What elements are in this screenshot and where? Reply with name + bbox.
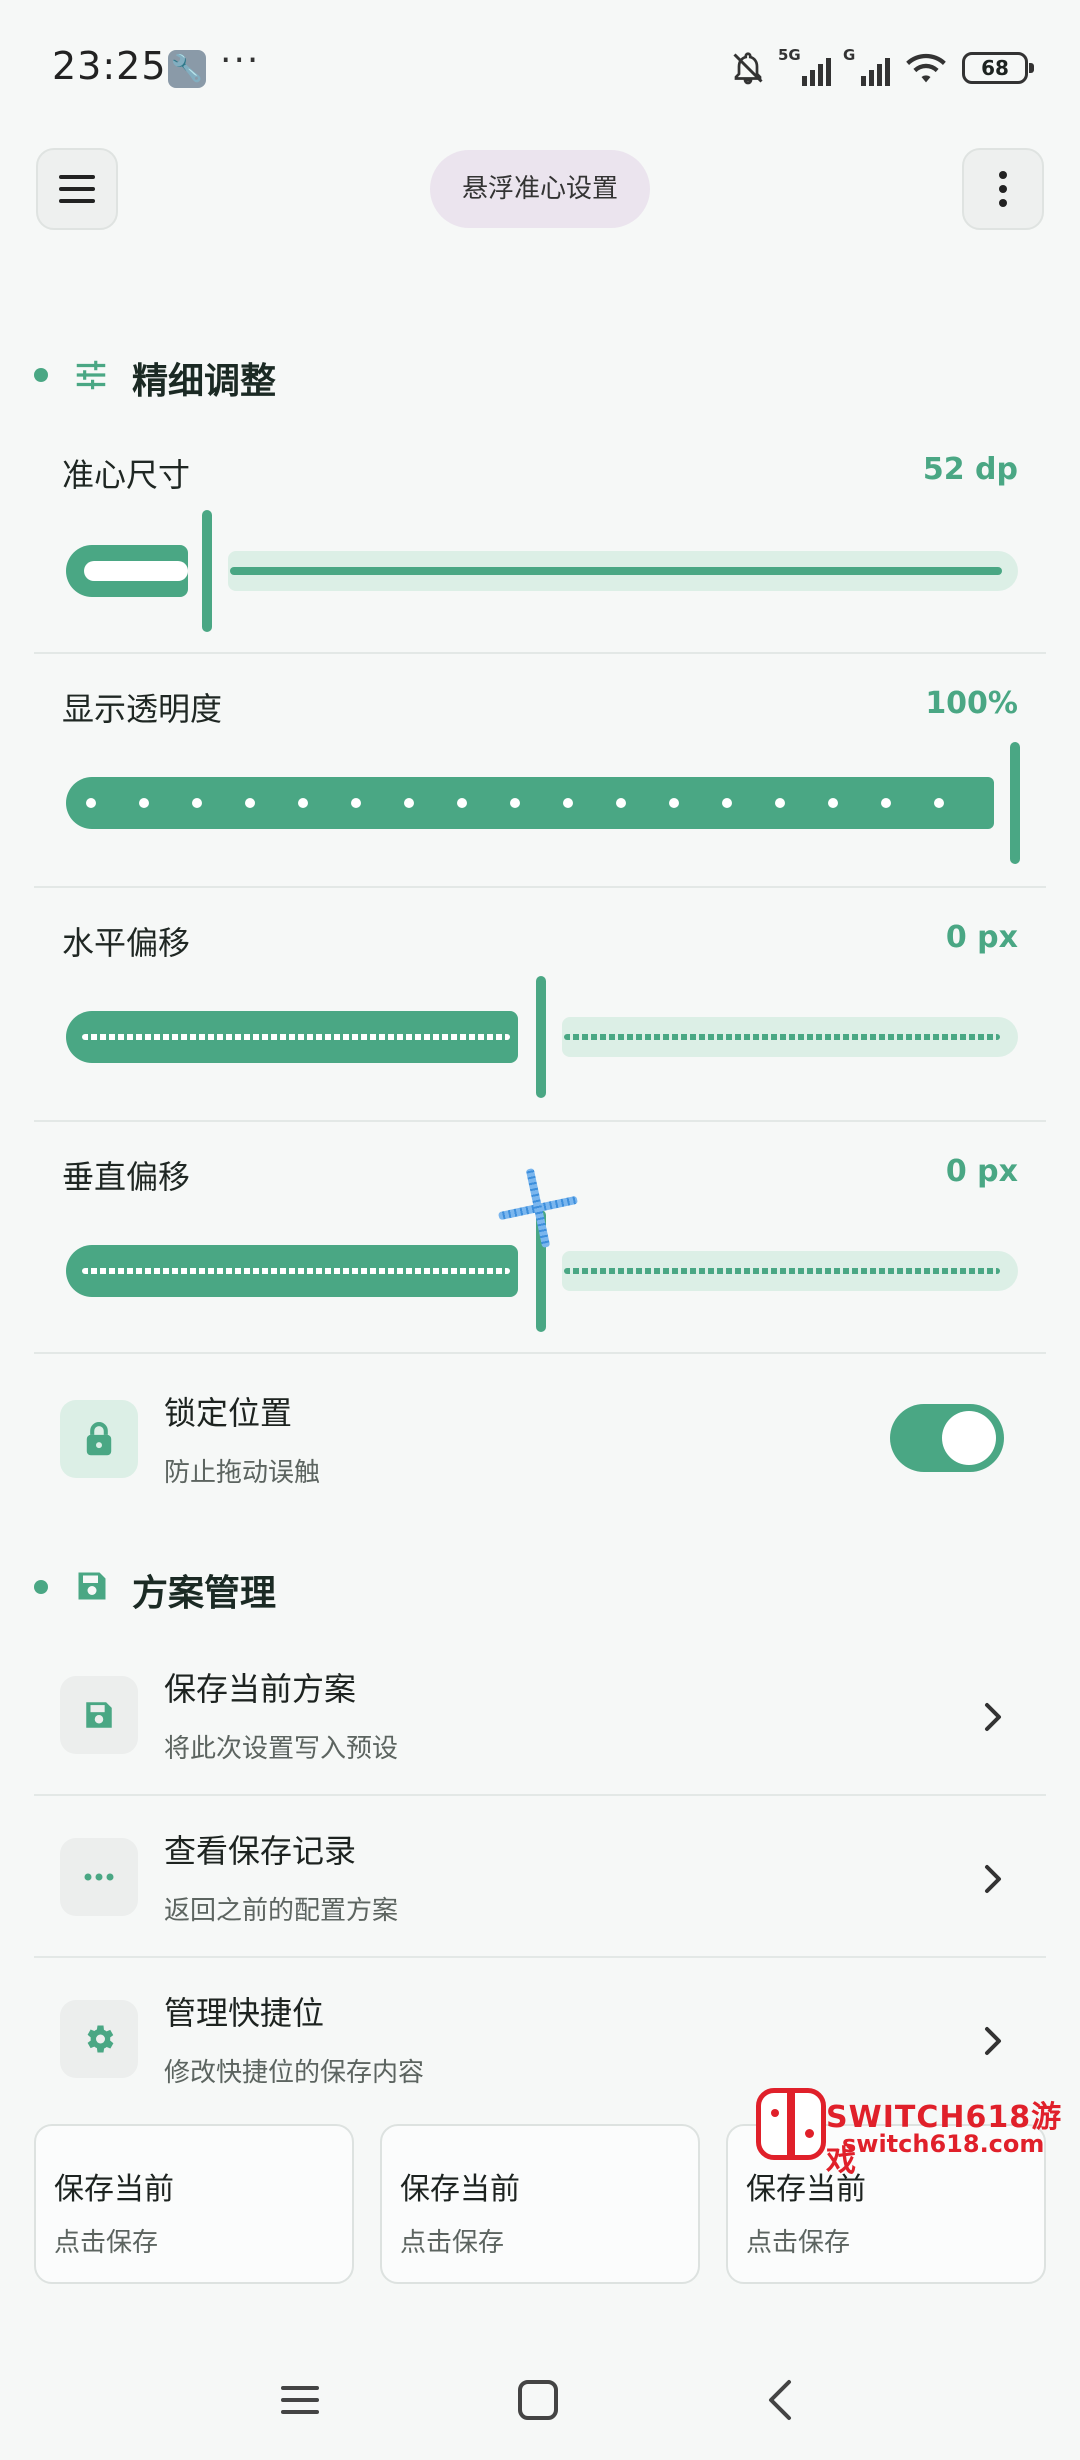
save-current-plan-subtitle: 将此次设置写入预设 bbox=[164, 1734, 399, 1764]
signal-g-icon: G bbox=[843, 46, 890, 86]
menu-button[interactable] bbox=[36, 148, 118, 230]
slider-tick bbox=[510, 798, 520, 808]
back-arrow-icon bbox=[769, 2380, 791, 2420]
slider-thumb[interactable] bbox=[536, 976, 546, 1098]
slider-tick bbox=[616, 798, 626, 808]
save-current-plan-row[interactable]: 保存当前方案 将此次设置写入预设 bbox=[34, 1640, 1046, 1794]
horizontal-offset-value: 0 px bbox=[945, 920, 1018, 955]
nav-home-button[interactable] bbox=[508, 2370, 568, 2430]
opacity-value: 100% bbox=[925, 686, 1018, 721]
battery-indicator: 68 bbox=[962, 52, 1034, 84]
slider-tick bbox=[828, 798, 838, 808]
slider-tick bbox=[245, 798, 255, 808]
menu-icon bbox=[59, 175, 95, 203]
manage-shortcuts-subtitle: 修改快捷位的保存内容 bbox=[164, 2058, 425, 2088]
vertical-offset-value: 0 px bbox=[945, 1154, 1018, 1189]
signal-5g-icon: 5G bbox=[778, 46, 831, 86]
watermark-url: switch618.com bbox=[842, 2130, 1045, 2158]
save-icon bbox=[78, 1572, 106, 1600]
slider-thumb[interactable] bbox=[202, 510, 212, 632]
opacity-slider[interactable] bbox=[62, 742, 1020, 864]
slot-subtitle: 点击保存 bbox=[400, 2228, 505, 2258]
square-icon bbox=[518, 2380, 558, 2420]
horizontal-offset-slider[interactable] bbox=[62, 976, 1020, 1098]
slot-subtitle: 点击保存 bbox=[746, 2228, 851, 2258]
notification-dots: ··· bbox=[220, 40, 261, 81]
lock-icon bbox=[86, 1422, 112, 1456]
section-dot bbox=[34, 368, 48, 382]
divider bbox=[34, 1956, 1046, 1958]
wrench-icon: 🔧 bbox=[168, 50, 206, 88]
nav-back-button[interactable] bbox=[750, 2370, 810, 2430]
divider bbox=[34, 1120, 1046, 1122]
slider-tick bbox=[351, 798, 361, 808]
slider-tick bbox=[722, 798, 732, 808]
section-dot bbox=[34, 1580, 48, 1594]
view-history-row[interactable]: 查看保存记录 返回之前的配置方案 bbox=[34, 1802, 1046, 1956]
gear-icon bbox=[87, 2025, 114, 2053]
slider-tick bbox=[298, 798, 308, 808]
nav-recents-button[interactable] bbox=[270, 2370, 330, 2430]
divider bbox=[34, 1794, 1046, 1796]
divider bbox=[34, 886, 1046, 888]
toggle-knob bbox=[942, 1411, 996, 1465]
slot-subtitle: 点击保存 bbox=[54, 2228, 159, 2258]
horizontal-offset-label: 水平偏移 bbox=[62, 924, 191, 962]
slider-tick bbox=[457, 798, 467, 808]
slider-tick bbox=[775, 798, 785, 808]
slider-tick bbox=[934, 798, 944, 808]
more-horiz-icon bbox=[84, 1873, 114, 1881]
chevron-right-icon bbox=[985, 1703, 1001, 1731]
slider-tick bbox=[192, 798, 202, 808]
menu-lines-icon bbox=[281, 2386, 319, 2414]
slider-tick bbox=[139, 798, 149, 808]
section-title-plans: 方案管理 bbox=[132, 1573, 277, 1614]
status-icons: 5G G 68 bbox=[730, 46, 1034, 90]
slider-tick bbox=[86, 798, 96, 808]
wifi-icon bbox=[906, 53, 946, 83]
manage-shortcuts-title: 管理快捷位 bbox=[164, 1994, 325, 2032]
more-vert-icon bbox=[999, 171, 1007, 207]
view-history-subtitle: 返回之前的配置方案 bbox=[164, 1896, 399, 1926]
divider bbox=[34, 1352, 1046, 1354]
chevron-right-icon bbox=[985, 2027, 1001, 2055]
slot-title: 保存当前 bbox=[54, 2172, 174, 2207]
slider-tick bbox=[563, 798, 573, 808]
bell-off-icon bbox=[733, 52, 763, 85]
vertical-offset-label: 垂直偏移 bbox=[62, 1158, 191, 1196]
crosshair-size-slider[interactable] bbox=[62, 510, 1020, 632]
section-title-fine-tune: 精细调整 bbox=[132, 361, 277, 402]
shortcut-slot-1[interactable]: 保存当前 点击保存 bbox=[34, 2124, 354, 2284]
slider-tick bbox=[669, 798, 679, 808]
save-icon bbox=[86, 1702, 112, 1728]
save-current-plan-title: 保存当前方案 bbox=[164, 1670, 357, 1708]
slider-thumb[interactable] bbox=[1010, 742, 1020, 864]
watermark-logo bbox=[756, 2088, 826, 2160]
divider bbox=[34, 652, 1046, 654]
opacity-label: 显示透明度 bbox=[62, 690, 223, 728]
lock-icon-box bbox=[60, 1400, 138, 1478]
shortcut-slot-2[interactable]: 保存当前 点击保存 bbox=[380, 2124, 700, 2284]
slider-tick bbox=[881, 798, 891, 808]
chevron-right-icon bbox=[985, 1865, 1001, 1893]
lock-subtitle: 防止拖动误触 bbox=[164, 1458, 321, 1488]
tune-icon bbox=[76, 360, 106, 390]
lock-position-toggle[interactable] bbox=[890, 1404, 1004, 1472]
status-time: 23:25 bbox=[52, 44, 167, 88]
lock-title: 锁定位置 bbox=[164, 1394, 293, 1432]
more-options-button[interactable] bbox=[962, 148, 1044, 230]
view-history-title: 查看保存记录 bbox=[164, 1832, 357, 1870]
slot-title: 保存当前 bbox=[400, 2172, 520, 2207]
crosshair-size-label: 准心尺寸 bbox=[62, 456, 191, 494]
slider-tick bbox=[404, 798, 414, 808]
page-title: 悬浮准心设置 bbox=[430, 150, 650, 228]
crosshair-size-value: 52 dp bbox=[922, 452, 1018, 487]
